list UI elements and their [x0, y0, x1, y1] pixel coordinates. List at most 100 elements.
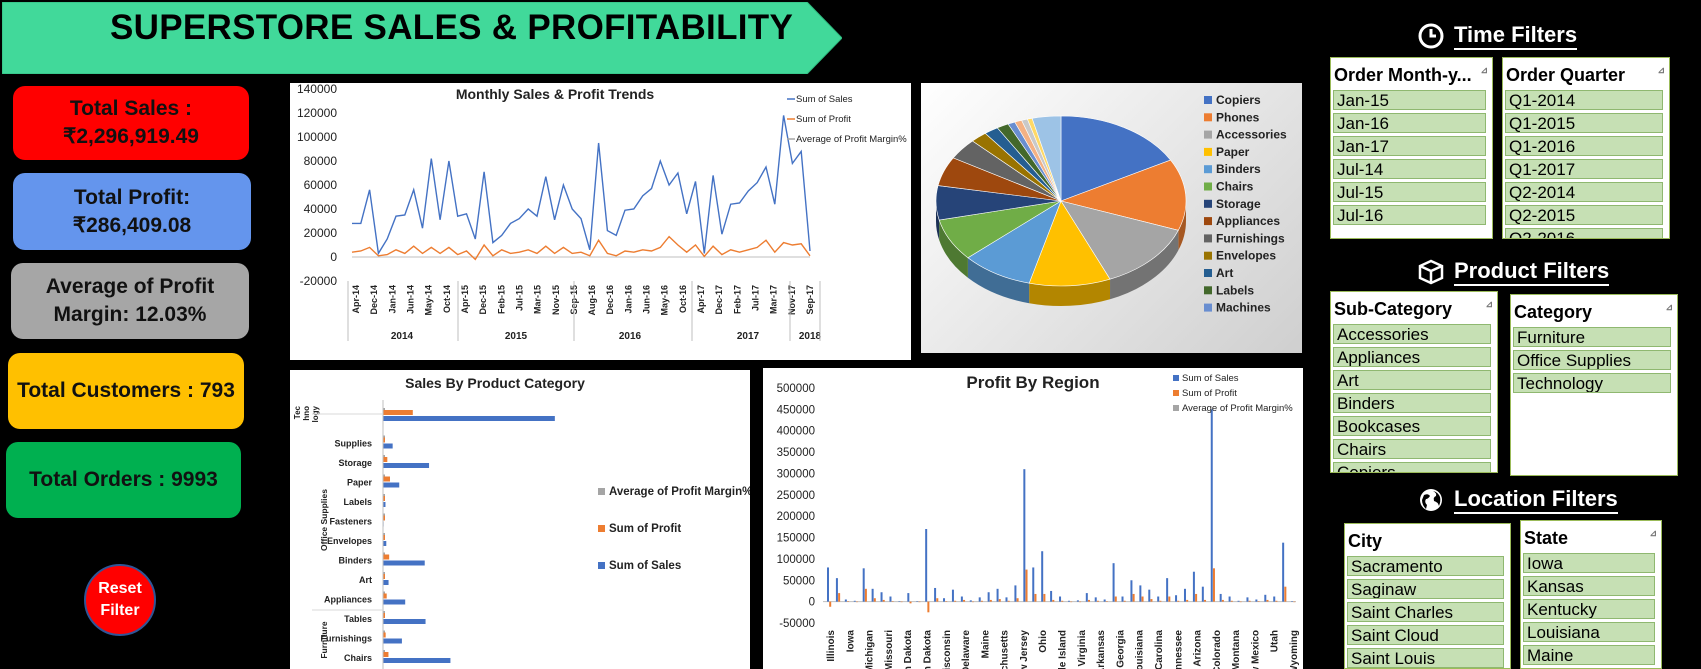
bar-profit — [829, 601, 832, 607]
state-item[interactable]: Iowa — [1523, 553, 1655, 573]
order-month-item[interactable]: Jan-16 — [1333, 113, 1486, 133]
bar-sales — [853, 600, 856, 602]
sales-by-category-chart[interactable]: Sales By Product Category Supplies Storage… — [290, 370, 750, 669]
legend-swatch — [1204, 199, 1212, 208]
order-month-item[interactable]: Jan-17 — [1333, 136, 1486, 156]
bar-sales — [960, 596, 963, 602]
city-item[interactable]: Saint Charles — [1347, 602, 1504, 622]
category-item[interactable]: Technology — [1513, 373, 1671, 393]
order-quarter-item[interactable]: Q1-2016 — [1505, 136, 1663, 156]
x-tick-label: Massachusetts — [1000, 630, 1011, 669]
state-items: IowaKansasKentuckyLouisianaMaineMaryland — [1521, 551, 1661, 668]
y-tick-label: 60000 — [304, 178, 338, 192]
x-tick-label: Feb-17 — [732, 285, 742, 314]
x-tick-label: Arizona — [1193, 630, 1204, 667]
sub-category-item[interactable]: Chairs — [1333, 439, 1491, 459]
bar-profit — [1052, 599, 1055, 602]
bar-sales — [1192, 571, 1195, 602]
bar-sales — [383, 416, 555, 421]
pie-svg: Copiers Phones Accessories Paper Binders Chai… — [935, 93, 1287, 315]
order-month-item[interactable]: Jul-15 — [1333, 182, 1486, 202]
bar-profit — [855, 601, 858, 603]
bar-sales — [1157, 596, 1160, 602]
sub-category-item[interactable]: Appliances — [1333, 347, 1491, 367]
sub-category-title: Sub-Category — [1334, 299, 1453, 319]
x-tick-label: North Carolina — [1154, 630, 1165, 669]
city-item[interactable]: Sacramento — [1347, 556, 1504, 576]
bar-sales — [835, 578, 838, 602]
order-quarter-item[interactable]: Q1-2017 — [1505, 159, 1663, 179]
bar-profit — [927, 601, 930, 613]
sub-category-item[interactable]: Copiers — [1333, 462, 1491, 472]
category-item[interactable]: Office Supplies — [1513, 350, 1671, 370]
city-item[interactable]: Saginaw — [1347, 579, 1504, 599]
y-tick-label: 120000 — [297, 106, 337, 120]
sub-category-item[interactable]: Bookcases — [1333, 416, 1491, 436]
x-tick-label: Apr-15 — [460, 285, 470, 314]
monthly-trend-chart[interactable]: Monthly Sales & Profit Trends 140000 12000… — [290, 83, 911, 360]
location-filters-title: Location Filters — [1418, 486, 1618, 514]
sub-category-item[interactable]: Accessories — [1333, 324, 1491, 344]
legend-label: Accessories — [1216, 128, 1287, 142]
bar-profit — [383, 652, 389, 657]
y-tick-label: 50000 — [783, 575, 815, 587]
state-header: State ⊿ — [1521, 521, 1661, 551]
order-month-item[interactable]: Jul-16 — [1333, 205, 1486, 225]
clear-filter-icon[interactable]: ⊿ — [1480, 65, 1488, 86]
bar-profit — [1079, 601, 1082, 603]
state-item[interactable]: Kentucky — [1523, 599, 1655, 619]
bar-profit — [1096, 600, 1099, 602]
order-month-item[interactable]: Jul-14 — [1333, 159, 1486, 179]
x-tick-label: Aug-16 — [587, 285, 597, 316]
bar-profit — [954, 600, 957, 602]
order-month-item[interactable]: Jan-15 — [1333, 90, 1486, 110]
order-quarter-item[interactable]: Q1-2015 — [1505, 113, 1663, 133]
legend-swatch — [1204, 303, 1212, 312]
city-item[interactable]: Saint Cloud — [1347, 625, 1504, 645]
bar-profit — [1248, 600, 1251, 602]
year-label: 2016 — [619, 331, 642, 342]
profit-by-region-chart[interactable]: Profit By Region 500000 450000 400000 350000… — [763, 368, 1303, 669]
state-item[interactable]: Maine — [1523, 645, 1655, 665]
clock-icon — [1418, 23, 1444, 49]
order-quarter-item[interactable]: Q2-2014 — [1505, 182, 1663, 202]
bar-profit — [1266, 599, 1269, 602]
reset-filter-button[interactable]: Reset Filter — [84, 564, 156, 636]
legend-label: Sum of Profit — [609, 523, 681, 535]
state-item[interactable]: Kansas — [1523, 576, 1655, 596]
order-quarter-item[interactable]: Q2-2015 — [1505, 205, 1663, 225]
state-title: State — [1524, 528, 1569, 548]
order-quarter-item[interactable]: Q1-2014 — [1505, 90, 1663, 110]
bar-sales — [969, 600, 972, 602]
clear-filter-icon[interactable]: ⊿ — [1649, 528, 1657, 549]
series-line-sales — [352, 115, 811, 256]
sub-category-item[interactable]: Art — [1333, 370, 1491, 390]
x-tick-label: Wyoming — [1289, 630, 1300, 669]
x-tick-label: Montana — [1231, 630, 1242, 669]
x-tick-label: Louisiana — [1135, 630, 1146, 669]
category-item[interactable]: Furniture — [1513, 327, 1671, 347]
bar-sales — [383, 560, 425, 566]
y-tick-label: 80000 — [304, 154, 338, 168]
order-quarter-item[interactable]: Q2-2016 — [1505, 228, 1663, 238]
clear-filter-icon[interactable]: ⊿ — [1485, 299, 1493, 320]
total-customers-card: Total Customers : 793 — [8, 353, 244, 429]
bar-profit — [909, 601, 912, 604]
category-items: Furniture Office Supplies Technology — [1511, 325, 1677, 393]
city-item[interactable]: Saint Louis — [1347, 648, 1504, 668]
x-tick-label: Michigan — [865, 630, 876, 669]
clear-filter-icon[interactable]: ⊿ — [1665, 302, 1673, 323]
x-tick-label: Maine — [980, 630, 991, 659]
legend-label: Sum of Sales — [1182, 373, 1239, 384]
year-label: 2017 — [737, 331, 760, 342]
state-item[interactable]: Louisiana — [1523, 622, 1655, 642]
subcategory-pie-chart[interactable]: Copiers Phones Accessories Paper Binders Chai… — [921, 83, 1302, 353]
clear-filter-icon[interactable]: ⊿ — [1657, 65, 1665, 86]
bar-profit — [1061, 600, 1064, 602]
legend-label: Average of Profit Margin% — [609, 486, 750, 498]
bar-profit — [1043, 593, 1046, 602]
bar-sales — [934, 587, 937, 602]
sub-category-item[interactable]: Binders — [1333, 393, 1491, 413]
sub-category-items: Accessories Appliances Art Binders Bookcases… — [1331, 322, 1497, 472]
bar-sales — [1291, 601, 1294, 602]
